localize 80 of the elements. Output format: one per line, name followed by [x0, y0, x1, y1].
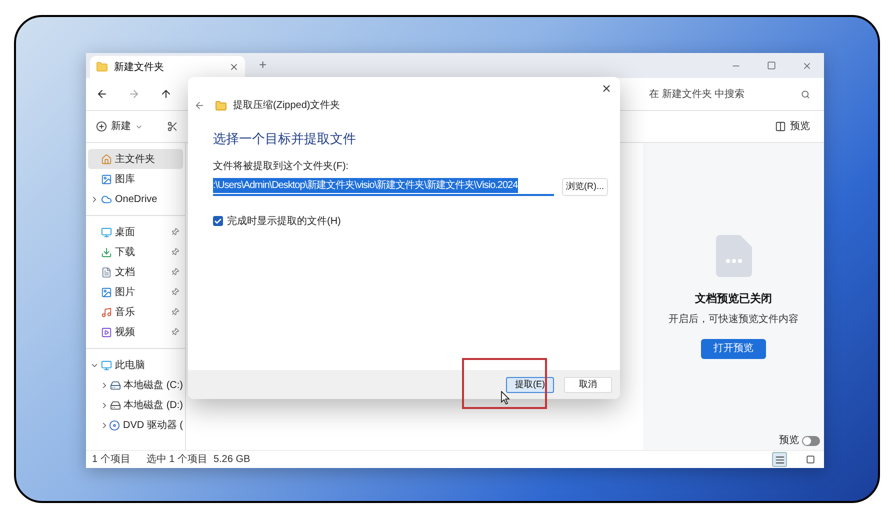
extract-button[interactable]: 提取(E): [506, 376, 554, 392]
new-tab-button[interactable]: +: [259, 54, 267, 74]
document-icon: [101, 266, 112, 278]
dialog-heading: 选择一个目标并提取文件: [213, 130, 357, 148]
sidebar-label: 此电脑: [115, 358, 146, 372]
sidebar-label: 图片: [115, 286, 136, 300]
sidebar-item[interactable]: 视频: [88, 322, 183, 342]
sidebar-item[interactable]: 本地磁盘 (D:): [88, 395, 183, 415]
checkbox-label: 完成时显示提取的文件(H): [227, 214, 341, 228]
preview-toggle-label: 预览: [779, 434, 799, 448]
zip-folder-icon: [215, 100, 227, 112]
list-lines-icon: [774, 454, 784, 464]
sidebar-item[interactable]: 桌面: [88, 222, 183, 242]
sidebar-item[interactable]: 此电脑: [88, 355, 183, 375]
sidebar-item[interactable]: DVD 驱动器 (: [88, 415, 183, 435]
folder-tab[interactable]: 新建文件夹: [90, 56, 245, 78]
play-icon: [101, 326, 112, 338]
selection-count: 选中 1 个项目: [146, 452, 208, 467]
sidebar-item[interactable]: 下载: [88, 242, 183, 262]
plus-circle-icon: [96, 121, 107, 132]
item-count: 1 个项目: [92, 453, 130, 467]
preview-toggle[interactable]: [802, 436, 820, 446]
preview-subtitle: 开启后，可快速预览文件内容: [668, 312, 798, 326]
sidebar-label: 桌面: [115, 226, 136, 240]
close-icon[interactable]: [601, 83, 612, 94]
download-icon: [101, 246, 112, 258]
sidebar-label: 图库: [115, 172, 136, 186]
sidebar-item[interactable]: 文档: [88, 262, 183, 282]
preview-title: 文档预览已关闭: [695, 292, 772, 307]
mouse-cursor-icon: [501, 391, 510, 405]
drive-icon: [110, 400, 121, 410]
drive-icon: [110, 380, 121, 390]
details-view-button[interactable]: [772, 452, 787, 467]
square-icon: [806, 455, 815, 464]
panel-icon: [775, 121, 786, 132]
sidebar-label: DVD 驱动器 (: [123, 418, 183, 432]
document-icon: [716, 235, 752, 277]
monitor-icon: [101, 360, 112, 370]
dialog-title: 提取压缩(Zipped)文件夹: [233, 98, 340, 113]
checkbox[interactable]: [213, 216, 223, 226]
new-button[interactable]: 新建: [96, 119, 143, 134]
sidebar-label: 下载: [115, 246, 136, 260]
sidebar-item[interactable]: 图片: [88, 282, 183, 302]
selection-size: 5.26 GB: [213, 453, 250, 467]
sidebar-item[interactable]: 音乐: [88, 302, 183, 322]
house-icon: [101, 154, 112, 164]
close-icon[interactable]: [229, 62, 239, 72]
sidebar-item[interactable]: OneDrive: [88, 189, 183, 209]
back-arrow-icon[interactable]: [96, 88, 108, 100]
search-field[interactable]: 在 新建文件夹 中搜索: [649, 86, 789, 102]
sidebar-label: 本地磁盘 (D:): [124, 398, 183, 412]
chevron-right-icon[interactable]: [100, 400, 109, 410]
sidebar-item[interactable]: 主文件夹: [88, 149, 183, 169]
sidebar-label: 主文件夹: [115, 152, 156, 166]
scissors-icon[interactable]: [167, 121, 178, 132]
sidebar-item[interactable]: 本地磁盘 (C:): [88, 375, 183, 395]
picture-icon: [101, 286, 112, 298]
cloud-icon: [101, 194, 112, 204]
music-note-icon: [101, 306, 112, 318]
monitor-icon: [101, 226, 112, 238]
sidebar-label: 本地磁盘 (C:): [124, 378, 183, 392]
open-preview-button[interactable]: 打开预览: [701, 338, 766, 358]
chevron-right-icon[interactable]: [90, 194, 99, 204]
maximize-icon[interactable]: [767, 61, 776, 70]
cancel-button[interactable]: 取消: [564, 376, 612, 392]
sidebar-label: 文档: [115, 266, 136, 280]
sidebar-label: 视频: [115, 326, 136, 340]
chevron-right-icon[interactable]: [100, 380, 109, 390]
sidebar-label: 音乐: [115, 306, 136, 320]
up-arrow-icon[interactable]: [160, 88, 172, 100]
sidebar-label: OneDrive: [115, 192, 158, 206]
disc-icon: [109, 420, 120, 430]
search-icon[interactable]: [801, 90, 810, 98]
sidebar-item[interactable]: 图库: [88, 169, 183, 189]
folder-icon: [96, 61, 108, 73]
picture-icon: [101, 174, 112, 184]
chevron-right-icon[interactable]: [100, 420, 109, 430]
preview-button[interactable]: 预览: [775, 119, 810, 134]
field-label: 文件将被提取到这个文件夹(F):: [213, 160, 350, 174]
browse-button[interactable]: 浏览(R)...: [562, 178, 608, 196]
